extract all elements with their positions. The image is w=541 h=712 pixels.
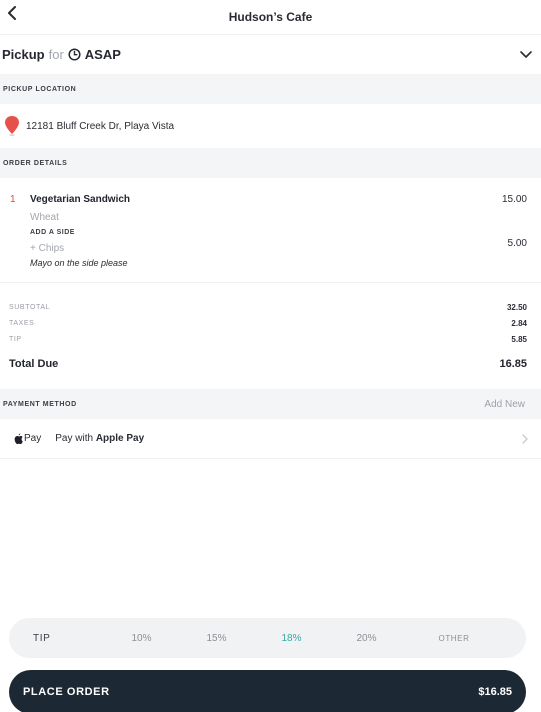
addon-label: ADD A SIDE bbox=[30, 229, 75, 236]
tip-option-other[interactable]: OTHER bbox=[404, 634, 504, 643]
place-order-button[interactable]: PLACE ORDER $16.85 bbox=[9, 670, 526, 712]
item-price: 15.00 bbox=[501, 194, 527, 205]
page-title: Hudson’s Cafe bbox=[228, 10, 313, 24]
chevron-right-icon bbox=[522, 434, 528, 444]
pickup-address: 12181 Bluff Creek Dr, Playa Vista bbox=[26, 120, 175, 132]
place-order-total: $16.85 bbox=[478, 686, 512, 698]
clock-icon bbox=[68, 48, 81, 61]
tip-option-20[interactable]: 20% bbox=[329, 633, 404, 644]
subtotal-row: SUBTOTAL 32.50 bbox=[9, 299, 527, 315]
chevron-down-icon[interactable] bbox=[519, 47, 533, 61]
taxes-row: TAXES 2.84 bbox=[9, 315, 527, 331]
order-details-header: ORDER DETAILS bbox=[0, 148, 541, 178]
pay-method: Apple Pay bbox=[95, 433, 145, 444]
map-pin-icon bbox=[4, 115, 20, 137]
place-order-label: PLACE ORDER bbox=[23, 686, 110, 698]
item-name: Vegetarian Sandwich bbox=[30, 193, 131, 205]
total-due-row: Total Due 16.85 bbox=[9, 349, 527, 379]
back-button[interactable] bbox=[2, 3, 22, 23]
tip-selector: TIP 10% 15% 18% 20% OTHER bbox=[9, 618, 526, 658]
pickup-time: ASAP bbox=[84, 47, 121, 62]
subtotal-label: SUBTOTAL bbox=[9, 303, 51, 311]
section-label: PICKUP LOCATION bbox=[3, 85, 77, 93]
side-price: 5.00 bbox=[507, 238, 527, 249]
side-name: + Chips bbox=[30, 243, 65, 254]
tip-value: 5.85 bbox=[511, 334, 527, 344]
subtotal-value: 32.50 bbox=[506, 302, 527, 312]
tip-label: TIP bbox=[9, 335, 22, 343]
taxes-value: 2.84 bbox=[511, 318, 527, 328]
total-due-label: Total Due bbox=[9, 358, 59, 370]
top-bar: Hudson’s Cafe bbox=[0, 0, 541, 34]
pickup-for-text: for bbox=[48, 47, 64, 62]
tip-row: TIP 5.85 bbox=[9, 331, 527, 347]
tip-option-15[interactable]: 15% bbox=[179, 633, 254, 644]
pickup-time-selector[interactable]: Pickup for ASAP bbox=[0, 34, 541, 74]
pay-prefix: Pay with bbox=[55, 433, 94, 444]
tip-selector-label: TIP bbox=[33, 632, 51, 644]
apple-pay-badge-text: Pay bbox=[24, 433, 42, 444]
section-label: PAYMENT METHOD bbox=[3, 400, 77, 408]
apple-logo-icon bbox=[14, 433, 23, 444]
apple-pay-badge: Pay bbox=[14, 433, 41, 444]
taxes-label: TAXES bbox=[9, 319, 35, 327]
order-totals: SUBTOTAL 32.50 TAXES 2.84 TIP 5.85 Total… bbox=[0, 283, 541, 389]
total-due-value: 16.85 bbox=[499, 358, 527, 370]
payment-option-apple-pay[interactable]: Pay Pay with Apple Pay bbox=[0, 419, 541, 459]
item-quantity: 1 bbox=[10, 193, 16, 205]
pickup-location-row: 12181 Bluff Creek Dr, Playa Vista bbox=[0, 104, 541, 148]
payment-method-header: PAYMENT METHOD Add New bbox=[0, 389, 541, 419]
section-label: ORDER DETAILS bbox=[3, 159, 68, 167]
pay-with-text: Pay with Apple Pay bbox=[55, 433, 144, 444]
tip-option-10[interactable]: 10% bbox=[104, 633, 179, 644]
item-option: Wheat bbox=[30, 212, 59, 223]
tip-option-18[interactable]: 18% bbox=[254, 633, 329, 644]
item-note: Mayo on the side please bbox=[30, 258, 128, 268]
pickup-location-header: PICKUP LOCATION bbox=[0, 74, 541, 104]
add-new-payment-link[interactable]: Add New bbox=[484, 399, 525, 410]
back-chevron-icon bbox=[8, 6, 16, 20]
order-item[interactable]: 1 Vegetarian Sandwich 15.00 Wheat ADD A … bbox=[0, 178, 541, 283]
pickup-mode: Pickup bbox=[2, 47, 45, 62]
